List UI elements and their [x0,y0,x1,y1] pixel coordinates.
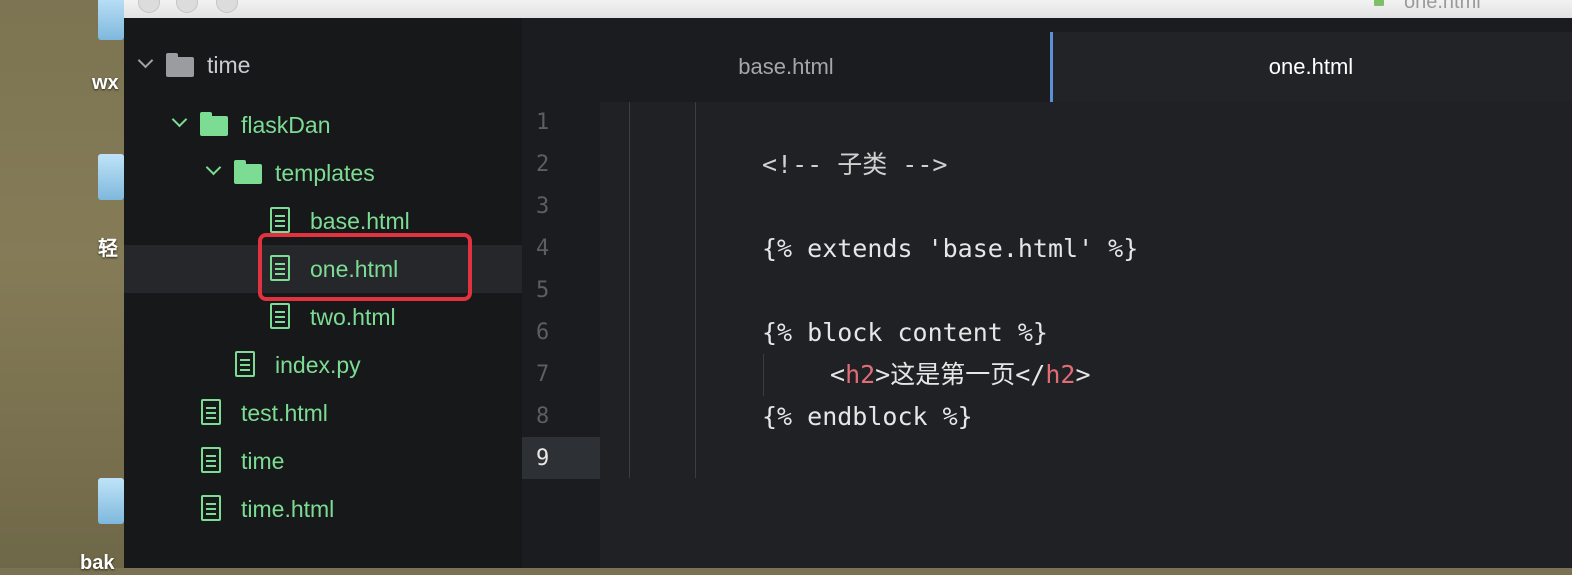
code-token: > [1075,360,1091,389]
tree-item-time-html[interactable]: time.html [124,485,522,533]
tree-label: index.py [275,352,361,378]
tree-label: base.html [310,208,410,234]
code-token: < [830,360,846,389]
close-window-button[interactable] [138,0,160,13]
file-tree-sidebar: time flaskDan templates base.html one.ht… [124,18,522,568]
tree-item-test-html[interactable]: test.html [124,389,522,437]
tree-label: test.html [241,400,328,426]
tree-item-time[interactable]: time [124,437,522,485]
code-tag-token: h2 [845,360,876,389]
code-line-2: <!-- 子类 --> [762,150,948,179]
tree-label: time.html [241,496,335,522]
tab-base-html[interactable]: base.html [522,32,1050,102]
tab-one-html[interactable]: one.html [1050,32,1572,102]
code-token: >这是第一页</ [875,360,1046,389]
tree-item-templates[interactable]: templates [124,149,522,197]
file-icon [270,303,290,329]
active-tab-indicator [1050,32,1053,102]
chevron-down-icon [171,111,188,128]
tree-root-folder[interactable]: time [124,41,522,89]
window-title: one.html [1404,0,1481,13]
file-icon [201,399,221,425]
code-line-7: <h2>这是第一页</h2> [830,354,1091,396]
file-icon [201,447,221,473]
indent-guide [763,354,764,396]
title-bar: one.html [124,0,1572,19]
desktop-label-bak: bak [80,552,115,574]
tree-item-index-py[interactable]: index.py [124,341,522,389]
desktop-background: wx 轻 bak [0,0,124,574]
tree-label: time [207,52,251,78]
folder-icon [166,53,194,77]
line-number: 4 [536,236,550,261]
code-editor[interactable]: 1 2 3 4 5 6 7 8 9 <!-- 子类 --> {% extends… [522,102,1572,568]
zoom-window-button[interactable] [216,0,238,13]
desktop-folder-icon[interactable] [98,154,124,200]
line-number: 1 [536,110,550,135]
tree-item-flaskdan[interactable]: flaskDan [124,101,522,149]
chevron-down-icon [205,159,222,176]
tree-label: two.html [310,304,396,330]
folder-icon [200,112,228,136]
line-number-gutter: 1 2 3 4 5 6 7 8 9 [522,102,600,568]
desktop-label-qing: 轻 [98,238,118,260]
line-number: 2 [536,152,550,177]
tree-label: templates [275,160,375,186]
file-icon [201,495,221,521]
line-number: 8 [536,404,550,429]
desktop-label-wx: wx [92,72,119,94]
code-tag-token: h2 [1045,360,1076,389]
tab-label: one.html [1268,54,1354,79]
tree-label: time [241,448,285,474]
file-icon [270,207,290,233]
line-number: 3 [536,194,550,219]
code-line-4: {% extends 'base.html' %} [762,234,1139,263]
folder-icon [234,160,262,184]
indent-guide [695,102,696,478]
line-number: 5 [536,278,550,303]
line-number: 7 [536,362,550,387]
file-icon [1374,0,1384,6]
tab-label: base.html [738,54,834,79]
indent-guide [629,102,630,478]
file-icon [235,351,255,377]
editor-window: one.html time flaskDan templates base.ht… [124,0,1572,568]
chevron-down-icon [137,52,154,69]
desktop-folder-icon[interactable] [98,478,124,524]
desktop-folder-icon[interactable] [98,0,124,40]
tab-bar: base.html one.html [522,18,1572,102]
highlight-annotation-box [258,233,472,301]
code-line-6: {% block content %} [762,318,1048,347]
line-number-active: 9 [536,446,550,471]
minimize-window-button[interactable] [176,0,198,13]
code-line-8: {% endblock %} [762,402,973,431]
line-number: 6 [536,320,550,345]
tree-label: flaskDan [241,112,331,138]
